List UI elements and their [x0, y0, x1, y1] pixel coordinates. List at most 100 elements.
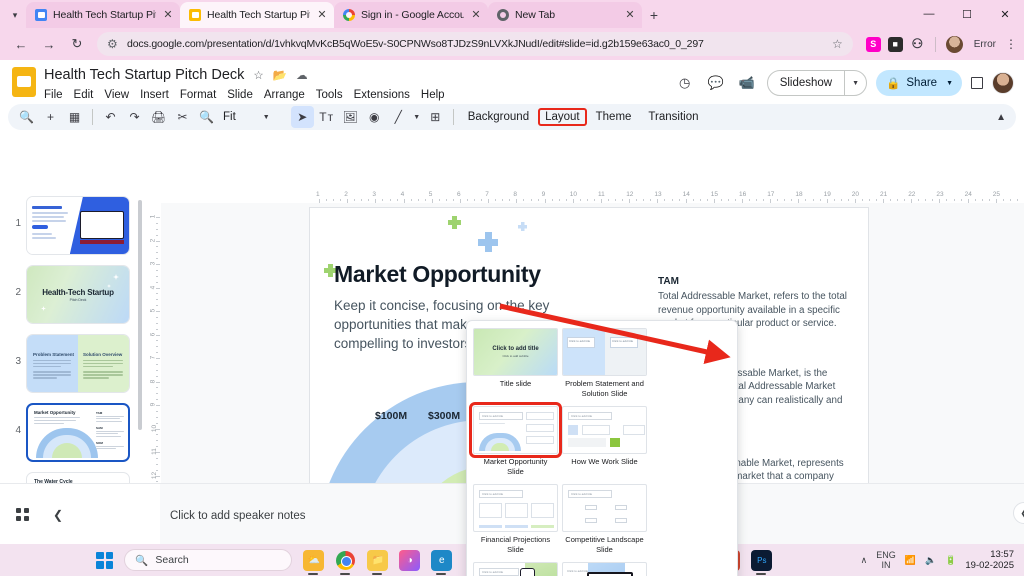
- tab-close-icon[interactable]: ✕: [470, 10, 482, 21]
- slide-thumbnail-1[interactable]: [26, 196, 130, 255]
- layout-option-product-mockup[interactable]: Click to add title Product Mockup Slide: [473, 562, 558, 576]
- menu-view[interactable]: View: [104, 89, 129, 101]
- chevron-down-icon[interactable]: ▼: [943, 80, 957, 87]
- select-cursor-icon[interactable]: ➤: [291, 106, 314, 128]
- layout-option-competitive-landscape[interactable]: Click to add title Competitive Landscape…: [562, 484, 647, 560]
- expand-panel-button[interactable]: ❮: [1013, 502, 1024, 524]
- file-explorer-icon[interactable]: 📁: [367, 550, 388, 571]
- menu-insert[interactable]: Insert: [140, 89, 169, 101]
- search-icon[interactable]: 🔍: [15, 106, 38, 128]
- widgets-weather-icon[interactable]: ⛅: [303, 550, 324, 571]
- menu-file[interactable]: File: [44, 89, 63, 101]
- layout-option-product-mockup-2[interactable]: Click to add title Product Mockup Slide …: [562, 562, 647, 576]
- layout-option-financial-projections[interactable]: Click to add title Financial Projections…: [473, 484, 558, 560]
- layout-thumbnail[interactable]: Click to add title Click to add subtitle: [473, 328, 558, 376]
- puzzle-extension-icon[interactable]: ⚇: [910, 37, 925, 52]
- layout-thumbnail[interactable]: Click to add title: [562, 406, 647, 454]
- tab-close-icon[interactable]: ✕: [316, 10, 328, 21]
- browser-tab-2-active[interactable]: Health Tech Startup Pitch Deck ✕: [180, 2, 334, 28]
- menu-arrange[interactable]: Arrange: [264, 89, 305, 101]
- copilot-icon[interactable]: ◑: [399, 550, 420, 571]
- dark-extension-icon[interactable]: ■: [888, 37, 903, 52]
- pink-extension-icon[interactable]: S: [866, 37, 881, 52]
- site-settings-icon[interactable]: ⚙: [107, 38, 120, 51]
- browser-tab-3[interactable]: Sign in - Google Accounts ✕: [334, 2, 488, 28]
- back-icon[interactable]: ←: [8, 31, 34, 57]
- layout-thumbnail[interactable]: Click to add title: [562, 484, 647, 532]
- new-tab-button[interactable]: +: [642, 2, 666, 28]
- slideshow-button[interactable]: Slideshow ▼: [767, 70, 867, 96]
- bookmark-star-icon[interactable]: ☆: [832, 37, 843, 51]
- move-to-folder-icon[interactable]: 📂: [273, 68, 287, 82]
- menu-extensions[interactable]: Extensions: [354, 89, 410, 101]
- browser-tab-1[interactable]: Health Tech Startup Pitch Deck ✕: [26, 2, 180, 28]
- layout-button[interactable]: Layout: [538, 108, 587, 126]
- layout-option-problem-solution[interactable]: Click to add title Click to add title Pr…: [562, 328, 647, 404]
- redo-icon[interactable]: ↷: [123, 106, 146, 128]
- star-icon[interactable]: ☆: [253, 68, 263, 82]
- slide-thumbnail-2[interactable]: Health-Tech Startup Pitch Deck: [26, 265, 130, 324]
- menu-format[interactable]: Format: [180, 89, 216, 101]
- photoshop-icon[interactable]: Ps: [751, 550, 772, 571]
- layout-dropdown-menu[interactable]: Click to add title Click to add subtitle…: [466, 320, 738, 576]
- add-slide-icon[interactable]: +: [39, 106, 62, 128]
- background-button[interactable]: Background: [460, 111, 537, 123]
- user-avatar[interactable]: [992, 72, 1014, 94]
- edge-icon[interactable]: e: [431, 550, 452, 571]
- panel-scrollbar[interactable]: [138, 200, 142, 430]
- meet-camera-icon[interactable]: 📹: [736, 72, 758, 94]
- version-history-icon[interactable]: ◷: [674, 72, 696, 94]
- maximize-button[interactable]: ☐: [948, 0, 986, 28]
- chevron-up-icon[interactable]: ▲: [996, 112, 1006, 123]
- forward-icon[interactable]: →: [36, 31, 62, 57]
- line-dropdown-icon[interactable]: ▼: [411, 106, 423, 128]
- tab-close-icon[interactable]: ✕: [624, 10, 636, 21]
- profile-avatar[interactable]: [946, 36, 963, 53]
- shape-icon[interactable]: ◉: [363, 106, 386, 128]
- slide-panel-row[interactable]: 2 Health-Tech Startup Pitch Deck: [0, 265, 148, 324]
- language-indicator[interactable]: ENG IN: [876, 550, 896, 570]
- tab-close-icon[interactable]: ✕: [162, 10, 174, 21]
- taskbar-search[interactable]: 🔍 Search: [124, 549, 292, 571]
- line-icon[interactable]: ╱: [387, 106, 410, 128]
- transition-button[interactable]: Transition: [640, 111, 706, 123]
- menu-edit[interactable]: Edit: [74, 89, 94, 101]
- slide-thumbnail-4-selected[interactable]: Market Opportunity TAM SAM SOM: [26, 403, 130, 462]
- zoom-level[interactable]: Fit: [219, 111, 236, 123]
- slide-panel-row[interactable]: 3 Problem Statement Solution Overview: [0, 334, 148, 393]
- chevron-down-icon[interactable]: ▼: [237, 114, 290, 121]
- share-button[interactable]: 🔒 Share ▼: [876, 70, 962, 96]
- address-bar[interactable]: ⚙ docs.google.com/presentation/d/1vhkvqM…: [97, 32, 853, 56]
- layout-option-market-opportunity[interactable]: Click to add title Market Opportunity Sl…: [473, 406, 558, 482]
- volume-muted-icon[interactable]: 🔈: [925, 555, 936, 566]
- menu-tools[interactable]: Tools: [316, 89, 343, 101]
- image-icon[interactable]: 🖼: [339, 106, 362, 128]
- slide-panel-row[interactable]: 1: [0, 196, 148, 255]
- slide-title-text[interactable]: Market Opportunity: [334, 261, 541, 288]
- browser-tab-4[interactable]: New Tab ✕: [488, 2, 642, 28]
- slide-panel-row[interactable]: 4 Market Opportunity TAM SAM SOM: [0, 403, 148, 462]
- chevron-left-icon[interactable]: ❮: [53, 508, 63, 522]
- filmstrip-grid-icon[interactable]: [16, 508, 29, 521]
- layout-thumbnail[interactable]: Click to add title: [473, 562, 558, 576]
- browser-menu-icon[interactable]: ⋮: [1003, 37, 1016, 51]
- comment-icon[interactable]: 💬: [705, 72, 727, 94]
- layout-option-how-we-work[interactable]: Click to add title How We Work Slide: [562, 406, 647, 482]
- page-title[interactable]: Health Tech Startup Pitch Deck: [44, 67, 244, 83]
- close-window-button[interactable]: ✕: [986, 0, 1024, 28]
- cloud-saved-icon[interactable]: ☁: [296, 68, 308, 82]
- reload-icon[interactable]: ↻: [64, 31, 90, 57]
- clock[interactable]: 13:57 19-02-2025: [965, 549, 1014, 571]
- slide-thumbnail-3[interactable]: Problem Statement Solution Overview: [26, 334, 130, 393]
- battery-icon[interactable]: 🔋: [945, 555, 956, 566]
- menu-help[interactable]: Help: [421, 89, 445, 101]
- chrome-icon[interactable]: [335, 550, 356, 571]
- layout-thumbnail[interactable]: Click to add title: [473, 484, 558, 532]
- menu-slide[interactable]: Slide: [227, 89, 253, 101]
- theme-button[interactable]: Theme: [588, 111, 640, 123]
- layout-thumbnail[interactable]: Click to add title: [473, 406, 558, 454]
- layout-thumbnail[interactable]: Click to add title: [562, 562, 647, 576]
- print-icon[interactable]: 🖨: [147, 106, 170, 128]
- layout-thumbnail[interactable]: Click to add title Click to add title: [562, 328, 647, 376]
- chevron-down-icon[interactable]: ▼: [845, 80, 866, 87]
